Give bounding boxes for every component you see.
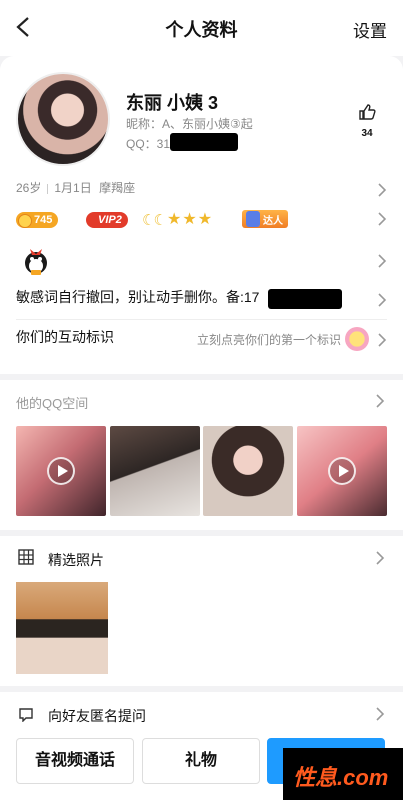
chevron-right-icon: [377, 333, 387, 347]
anonymous-question-label: 向好友匿名提问: [48, 708, 146, 724]
basic-info-row[interactable]: 26岁 1月1日 摩羯座: [16, 179, 387, 201]
zodiac: 摩羯座: [99, 181, 136, 195]
watermark-text: 性息.com: [293, 765, 389, 790]
thumbs-up-icon: [359, 104, 376, 120]
qq-pet-row[interactable]: [16, 243, 387, 279]
space-photo[interactable]: [110, 426, 200, 516]
space-photo[interactable]: [297, 426, 387, 516]
question-box-icon: [19, 708, 33, 722]
chevron-right-icon: [377, 254, 387, 268]
star-icon: ★★★: [167, 211, 214, 228]
interaction-hint: 立刻点亮你们的第一个标识: [196, 333, 341, 347]
gift-button[interactable]: 礼物: [142, 738, 260, 784]
chevron-right-icon: [377, 183, 387, 197]
watermark: 性息.com: [283, 748, 403, 800]
featured-photos-label: 精选照片: [48, 552, 104, 568]
chevron-right-icon: [375, 394, 385, 408]
badges-row[interactable]: 745 VIP2 ☾☾ ★★★ 达人: [16, 206, 387, 232]
space-photo[interactable]: [16, 426, 106, 516]
qq-penguin-icon: [25, 249, 47, 275]
featured-photo[interactable]: [16, 582, 108, 674]
nickname: 昵称：A、东丽小姨③起: [126, 117, 253, 131]
grid-icon: [18, 549, 34, 565]
birthday: 1月1日: [54, 181, 92, 195]
moon-icon: ☾☾: [142, 212, 167, 229]
qq-space-section[interactable]: 他的QQ空间: [0, 380, 403, 530]
chevron-right-icon: [375, 551, 385, 565]
gem-icon: [246, 211, 260, 227]
profile-card: 东丽 小姨 3 昵称：A、东丽小姨③起 QQ：31 34 26岁 1月1日 摩羯座…: [0, 56, 403, 374]
signature-text: 敏感词自行撤回，别让动手删你。备:17: [16, 289, 260, 305]
signature-row[interactable]: 敏感词自行撤回，别让动手删你。备:17: [16, 287, 387, 313]
chevron-right-icon: [377, 293, 387, 307]
like-count: 34: [361, 128, 373, 139]
age: 26岁: [16, 181, 42, 195]
featured-photos-section[interactable]: 精选照片: [0, 536, 403, 686]
settings-button[interactable]: 设置: [353, 17, 387, 42]
qq-space-header: 他的QQ空间: [16, 396, 89, 411]
qq-number: QQ：31: [126, 137, 171, 151]
divider: [47, 183, 49, 194]
chevron-right-icon: [375, 707, 385, 721]
vip-badge: VIP2: [86, 212, 128, 228]
page-title: 个人资料: [165, 20, 238, 40]
level-badge: 745: [16, 212, 59, 228]
top-navigation-bar: 个人资料 设置: [0, 0, 403, 56]
avatar[interactable]: [16, 72, 110, 166]
interaction-label: 你们的互动标识: [16, 329, 114, 345]
divider: [16, 319, 387, 320]
talent-label: 达人: [263, 216, 283, 227]
display-name: 东丽 小姨 3: [126, 93, 219, 113]
redaction-box: [268, 289, 342, 309]
interaction-marks-row[interactable]: 你们的互动标识 立刻点亮你们的第一个标识: [16, 327, 387, 353]
play-icon: [328, 457, 356, 485]
chevron-right-icon: [377, 212, 387, 226]
play-icon: [47, 457, 75, 485]
talent-badge: 达人: [242, 210, 288, 228]
like-button[interactable]: 34: [357, 103, 377, 139]
space-photo[interactable]: [203, 426, 293, 516]
anonymous-question-row[interactable]: 向好友匿名提问: [0, 692, 403, 736]
redaction-box: [170, 133, 238, 151]
emoji-icon: [345, 327, 369, 351]
video-call-button[interactable]: 音视频通话: [16, 738, 134, 784]
